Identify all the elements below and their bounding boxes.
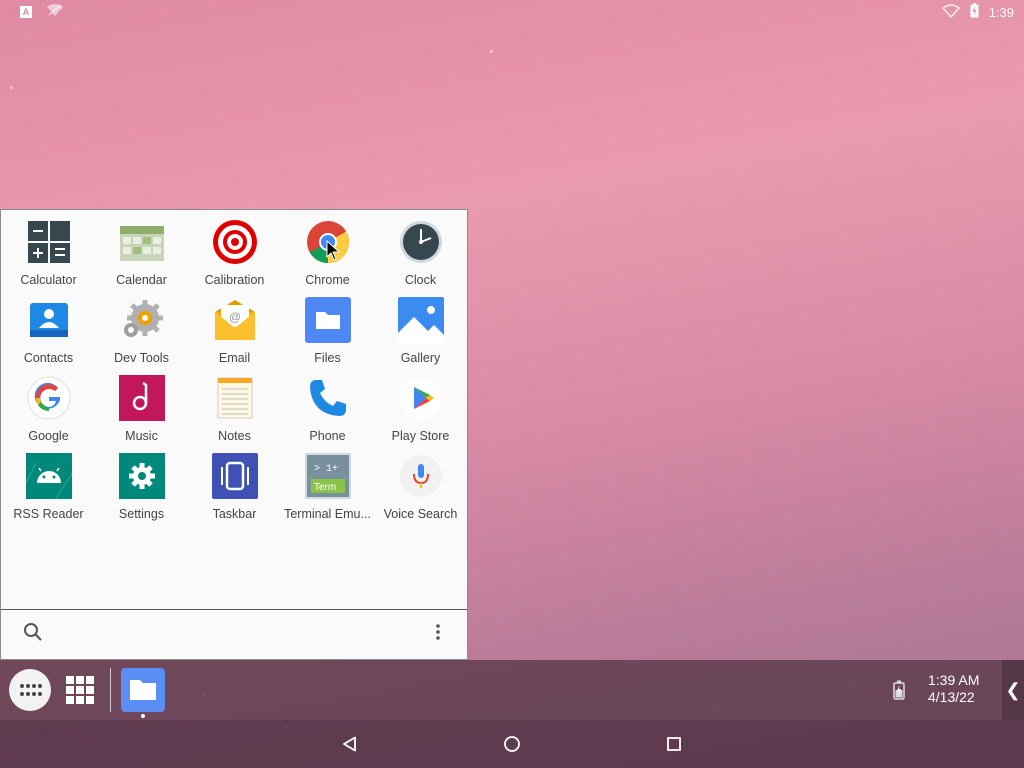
overflow-menu-icon[interactable]: [435, 623, 441, 646]
app-email[interactable]: @ Email: [188, 288, 281, 366]
app-label: Calculator: [20, 273, 77, 287]
app-label: Chrome: [305, 273, 350, 287]
search-icon[interactable]: [23, 622, 43, 647]
battery-charging-icon: [970, 3, 979, 21]
app-label: Dev Tools: [114, 351, 169, 365]
window-grid-button[interactable]: [62, 672, 98, 708]
app-label: Music: [125, 429, 158, 443]
terminal-icon-prompt: > 1+: [314, 464, 338, 475]
chevron-left-icon: ❮: [1005, 679, 1021, 700]
app-label: Settings: [118, 507, 165, 521]
terminal-icon: > 1+ Term: [304, 452, 352, 500]
folder-icon: [304, 296, 352, 344]
app-label: Google: [28, 429, 69, 443]
app-calibration[interactable]: Calibration: [188, 210, 281, 288]
recents-square-icon: [667, 737, 681, 751]
app-gallery[interactable]: Gallery: [374, 288, 467, 366]
phone-icon: [304, 374, 352, 422]
gear-icon: [118, 296, 166, 344]
target-icon: [211, 218, 259, 266]
battery-charging-icon: [893, 680, 905, 705]
app-taskbar[interactable]: Taskbar: [188, 444, 281, 522]
navigation-bar: [0, 720, 1024, 768]
calculator-icon: [25, 218, 73, 266]
taskbar-time: 1:39 AM: [928, 672, 980, 688]
app-label: Clock: [404, 273, 437, 287]
app-calculator[interactable]: Calculator: [2, 210, 95, 288]
status-bar: A 1:39: [0, 0, 1024, 24]
app-label: Phone: [309, 429, 346, 443]
app-label: Terminal Emu...: [284, 507, 371, 521]
microphone-icon: [397, 452, 445, 500]
wallpaper-speck: [490, 50, 493, 53]
taskbar-divider: [110, 668, 111, 712]
status-time: 1:39: [988, 4, 1014, 20]
running-indicator: [141, 714, 145, 718]
app-label: Calendar: [116, 273, 167, 287]
notepad-icon: [211, 374, 259, 422]
home-button[interactable]: [500, 732, 524, 756]
app-contacts[interactable]: Contacts: [2, 288, 95, 366]
dots-grid-icon: [20, 684, 42, 696]
app-label: Files: [314, 351, 341, 365]
drawer-search-bar[interactable]: [1, 609, 467, 659]
taskbar: 1:39 AM 4/13/22 ❮: [0, 660, 1024, 720]
settings-icon: [118, 452, 166, 500]
terminal-icon-term: Term: [314, 482, 336, 493]
taskbar-icon: [211, 452, 259, 500]
home-circle-icon: [504, 736, 520, 752]
app-music[interactable]: Music: [95, 366, 188, 444]
wallpaper-speck: [10, 86, 13, 89]
app-label: Play Store: [391, 429, 450, 443]
back-triangle-icon: [343, 736, 356, 752]
taskbar-clock[interactable]: 1:39 AM 4/13/22: [928, 672, 979, 706]
taskbar-date: 4/13/22: [928, 689, 975, 705]
play-store-icon: [397, 374, 445, 422]
back-button[interactable]: [338, 732, 362, 756]
app-play-store[interactable]: Play Store: [374, 366, 467, 444]
contacts-icon: [25, 296, 73, 344]
google-icon: [25, 374, 73, 422]
app-voice-search[interactable]: Voice Search: [374, 444, 467, 522]
app-terminal-emulator[interactable]: > 1+ Term Terminal Emu...: [281, 444, 374, 522]
android-icon: [25, 452, 73, 500]
recents-button[interactable]: [662, 732, 686, 756]
app-grid: Calculator Calendar Calibration Chrome C…: [1, 210, 467, 522]
app-google[interactable]: Google: [2, 366, 95, 444]
app-label: Gallery: [400, 351, 441, 365]
envelope-icon: @: [211, 296, 259, 344]
folder-icon: [130, 680, 156, 700]
app-settings[interactable]: Settings: [95, 444, 188, 522]
app-rss-reader[interactable]: RSS Reader: [2, 444, 95, 522]
app-label: Notes: [218, 429, 251, 443]
a-notification-icon: A: [20, 6, 32, 18]
app-label: Email: [218, 351, 251, 365]
collapse-taskbar-button[interactable]: ❮: [1002, 660, 1024, 720]
app-label: Taskbar: [212, 507, 257, 521]
app-label: Calibration: [204, 273, 265, 287]
app-label: Contacts: [23, 351, 74, 365]
all-apps-button[interactable]: [9, 669, 51, 711]
music-icon: [118, 374, 166, 422]
app-drawer: Calculator Calendar Calibration Chrome C…: [0, 209, 468, 660]
app-label: RSS Reader: [13, 507, 84, 521]
wifi-crossed-icon: [46, 3, 64, 22]
calendar-icon: [118, 218, 166, 266]
app-clock[interactable]: Clock: [374, 210, 467, 288]
app-notes[interactable]: Notes: [188, 366, 281, 444]
picture-icon: [397, 296, 445, 344]
mouse-cursor-icon: [326, 239, 341, 267]
wifi-icon: [941, 3, 960, 21]
app-label: Voice Search: [383, 507, 458, 521]
svg-text:@: @: [228, 310, 240, 324]
taskbar-files-button[interactable]: [121, 668, 165, 712]
app-files[interactable]: Files: [281, 288, 374, 366]
clock-icon: [397, 218, 445, 266]
grid-icon: [66, 676, 94, 704]
app-dev-tools[interactable]: Dev Tools: [95, 288, 188, 366]
app-phone[interactable]: Phone: [281, 366, 374, 444]
app-calendar[interactable]: Calendar: [95, 210, 188, 288]
